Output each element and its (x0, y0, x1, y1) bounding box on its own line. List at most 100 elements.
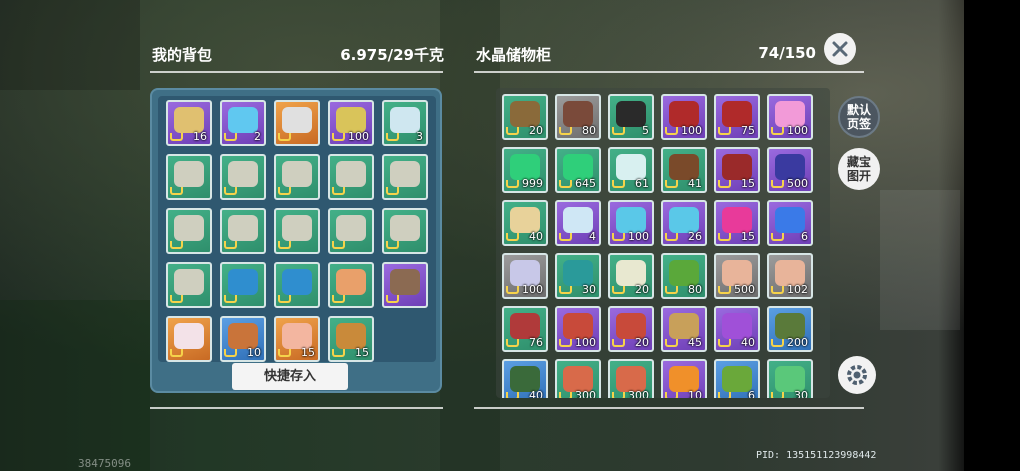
inventory-slot[interactable]: 100 (661, 94, 707, 140)
inventory-slot[interactable]: 100 (555, 306, 601, 352)
item-icon (228, 215, 258, 242)
inventory-slot[interactable]: 100 (767, 94, 813, 140)
inventory-slot[interactable] (220, 262, 266, 308)
inventory-slot[interactable]: 20 (608, 253, 654, 299)
bind-icon (332, 241, 345, 249)
item-count: 6 (748, 389, 755, 399)
inventory-slot[interactable]: 6 (767, 200, 813, 246)
item-icon (390, 161, 420, 188)
item-icon (282, 269, 312, 296)
inventory-slot[interactable]: 3 (382, 100, 428, 146)
inventory-slot[interactable]: 30 (767, 359, 813, 398)
inventory-slot[interactable] (220, 208, 266, 254)
inventory-slot[interactable] (274, 100, 320, 146)
inventory-slot[interactable] (166, 208, 212, 254)
inventory-slot[interactable] (166, 316, 212, 362)
inventory-slot[interactable] (274, 154, 320, 200)
inventory-slot[interactable] (220, 154, 266, 200)
inventory-slot[interactable]: 500 (714, 253, 760, 299)
bind-icon (771, 233, 784, 241)
inventory-slot[interactable] (328, 262, 374, 308)
inventory-slot[interactable]: 999 (502, 147, 548, 193)
bind-icon (170, 349, 183, 357)
inventory-slot[interactable]: 41 (661, 147, 707, 193)
inventory-slot[interactable] (328, 208, 374, 254)
inventory-slot[interactable]: 2 (220, 100, 266, 146)
bind-icon (612, 339, 625, 347)
inventory-slot[interactable]: 10 (661, 359, 707, 398)
inventory-slot[interactable]: 26 (661, 200, 707, 246)
inventory-slot[interactable]: 645 (555, 147, 601, 193)
bind-icon (506, 127, 519, 135)
inventory-slot[interactable]: 300 (608, 359, 654, 398)
bind-icon (170, 133, 183, 141)
item-count: 5 (642, 124, 649, 137)
inventory-slot[interactable] (274, 208, 320, 254)
inventory-slot[interactable]: 45 (661, 306, 707, 352)
settings-button[interactable] (838, 356, 876, 394)
bind-icon (506, 286, 519, 294)
inventory-slot[interactable]: 500 (767, 147, 813, 193)
inventory-slot[interactable]: 61 (608, 147, 654, 193)
inventory-slot[interactable]: 100 (608, 200, 654, 246)
inventory-slot[interactable]: 6 (714, 359, 760, 398)
item-count: 2 (254, 130, 261, 143)
inventory-slot[interactable]: 75 (714, 94, 760, 140)
inventory-slot[interactable]: 40 (714, 306, 760, 352)
inventory-slot[interactable]: 16 (166, 100, 212, 146)
inventory-slot[interactable]: 5 (608, 94, 654, 140)
inventory-slot[interactable]: 15 (714, 200, 760, 246)
item-icon (174, 215, 204, 242)
item-count: 100 (681, 124, 702, 137)
backpack-grid-area: 16 2 100 3 10 15 15 (158, 96, 436, 362)
item-count: 15 (355, 346, 369, 359)
bind-icon (170, 295, 183, 303)
storage-panel: 20 80 5 100 75 100 999 645 61 41 15 500 40 4 100 26 15 6 1… (496, 88, 830, 398)
inventory-slot[interactable]: 20 (608, 306, 654, 352)
inventory-slot[interactable]: 10 (220, 316, 266, 362)
inventory-slot[interactable] (382, 154, 428, 200)
item-icon (174, 323, 204, 350)
inventory-slot[interactable]: 40 (502, 200, 548, 246)
item-count: 20 (635, 283, 649, 296)
item-count: 15 (301, 346, 315, 359)
inventory-slot[interactable] (166, 262, 212, 308)
inventory-slot[interactable] (328, 154, 374, 200)
inventory-slot[interactable] (382, 208, 428, 254)
bind-icon (718, 233, 731, 241)
backpack-weight: 6.975/29千克 (340, 46, 444, 64)
inventory-slot[interactable]: 102 (767, 253, 813, 299)
inventory-slot[interactable]: 80 (555, 94, 601, 140)
bind-icon (665, 286, 678, 294)
close-button[interactable] (824, 33, 856, 65)
inventory-slot[interactable]: 15 (328, 316, 374, 362)
inventory-slot[interactable] (274, 262, 320, 308)
inventory-slot[interactable]: 15 (274, 316, 320, 362)
inventory-slot[interactable]: 100 (502, 253, 548, 299)
bind-icon (278, 295, 291, 303)
divider (474, 407, 864, 409)
item-count: 20 (529, 124, 543, 137)
quick-store-button[interactable]: 快捷存入 (232, 363, 348, 390)
item-count: 15 (741, 177, 755, 190)
inventory-slot[interactable]: 76 (502, 306, 548, 352)
bind-icon (386, 241, 399, 249)
inventory-slot[interactable]: 30 (555, 253, 601, 299)
inventory-slot[interactable]: 40 (502, 359, 548, 398)
backpack-grid: 16 2 100 3 10 15 15 (166, 100, 428, 362)
inventory-slot[interactable]: 4 (555, 200, 601, 246)
item-count: 100 (628, 230, 649, 243)
inventory-slot[interactable]: 100 (328, 100, 374, 146)
inventory-slot[interactable]: 80 (661, 253, 707, 299)
inventory-slot[interactable]: 15 (714, 147, 760, 193)
inventory-slot[interactable] (166, 154, 212, 200)
inventory-slot[interactable]: 20 (502, 94, 548, 140)
inventory-slot[interactable]: 300 (555, 359, 601, 398)
backpack-panel: 16 2 100 3 10 15 15 快捷存入 (150, 88, 442, 393)
inventory-slot[interactable]: 200 (767, 306, 813, 352)
item-count: 45 (688, 336, 702, 349)
bind-icon (506, 339, 519, 347)
inventory-slot[interactable] (382, 262, 428, 308)
treasure-map-button[interactable]: 藏宝 图开 (838, 148, 880, 190)
default-tab-button[interactable]: 默认 页签 (838, 96, 880, 138)
